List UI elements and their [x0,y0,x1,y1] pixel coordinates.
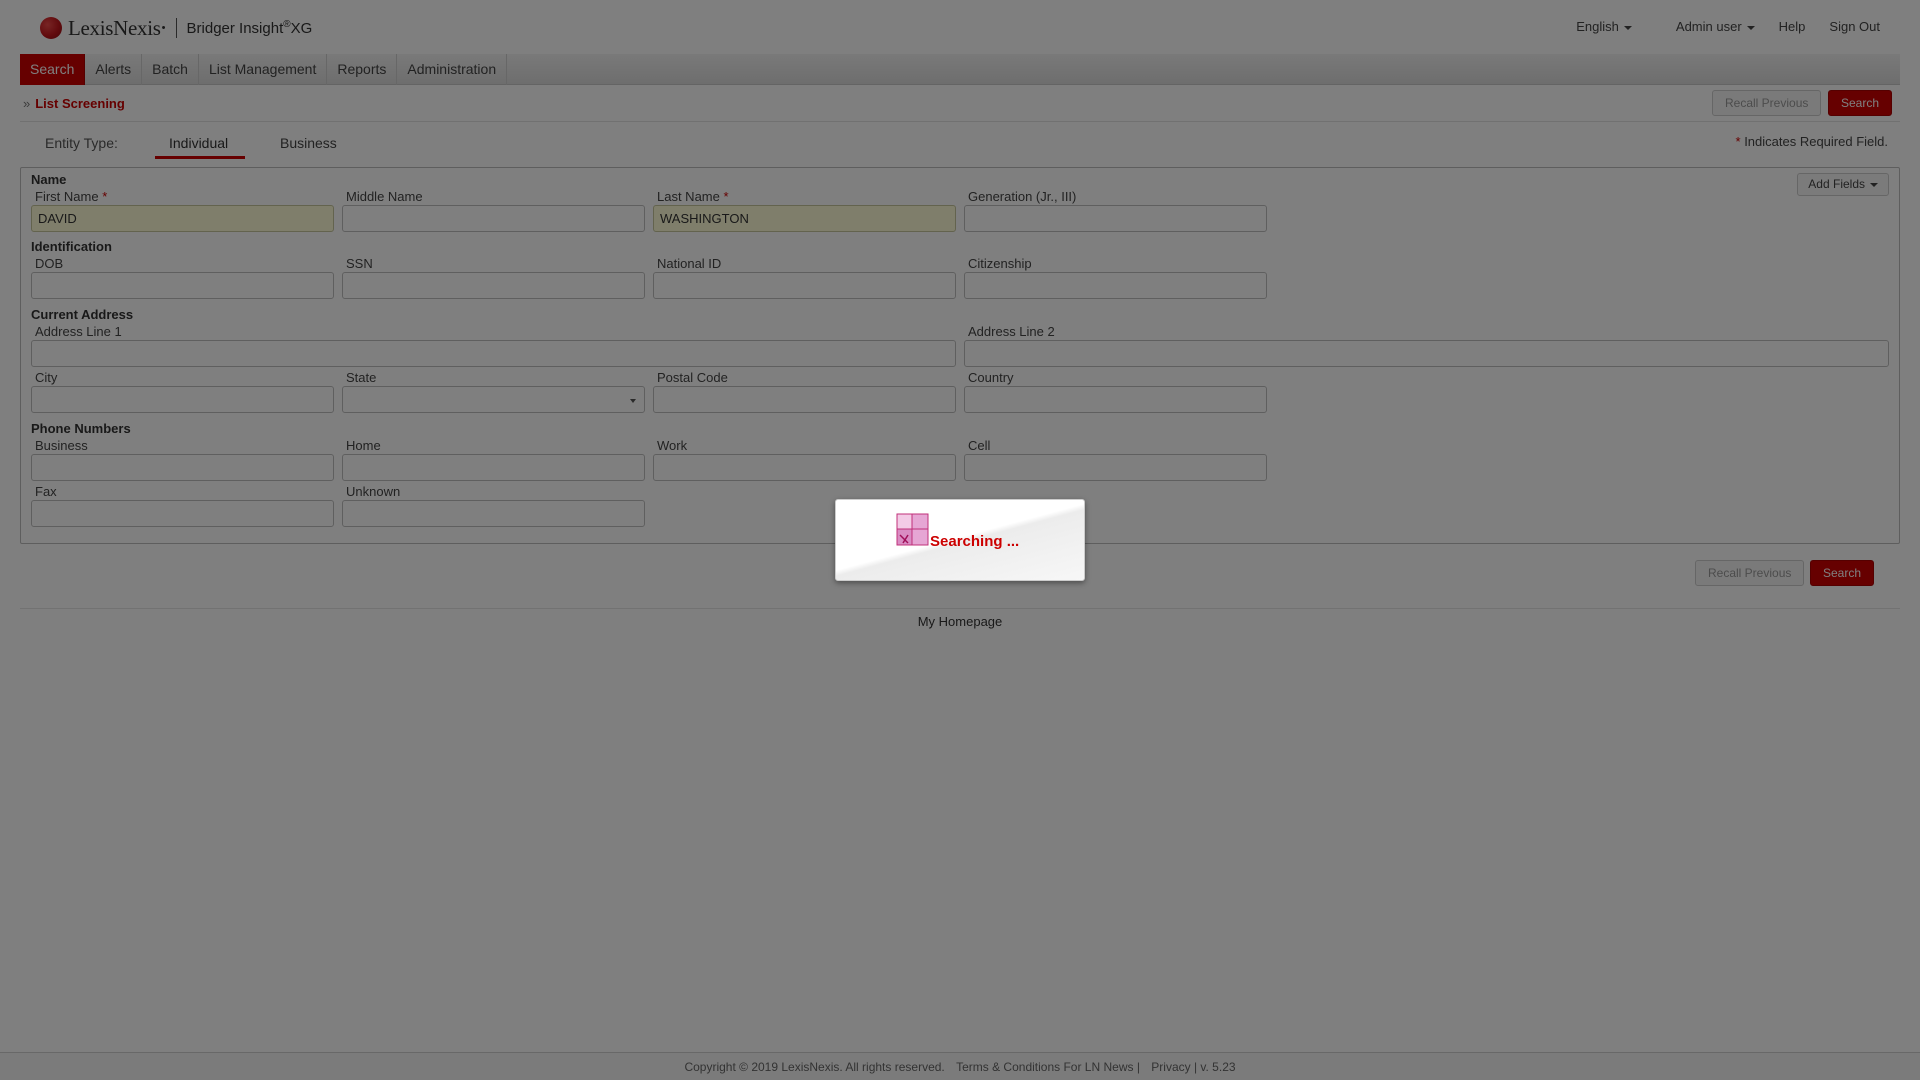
list-screening-page: LexisNexis • Bridger Insight®XG English … [0,0,1920,1080]
searching-message: Searching ... [930,533,1020,550]
searching-dialog: Searching ... [835,499,1085,581]
loading-spinner-icon [896,513,929,546]
